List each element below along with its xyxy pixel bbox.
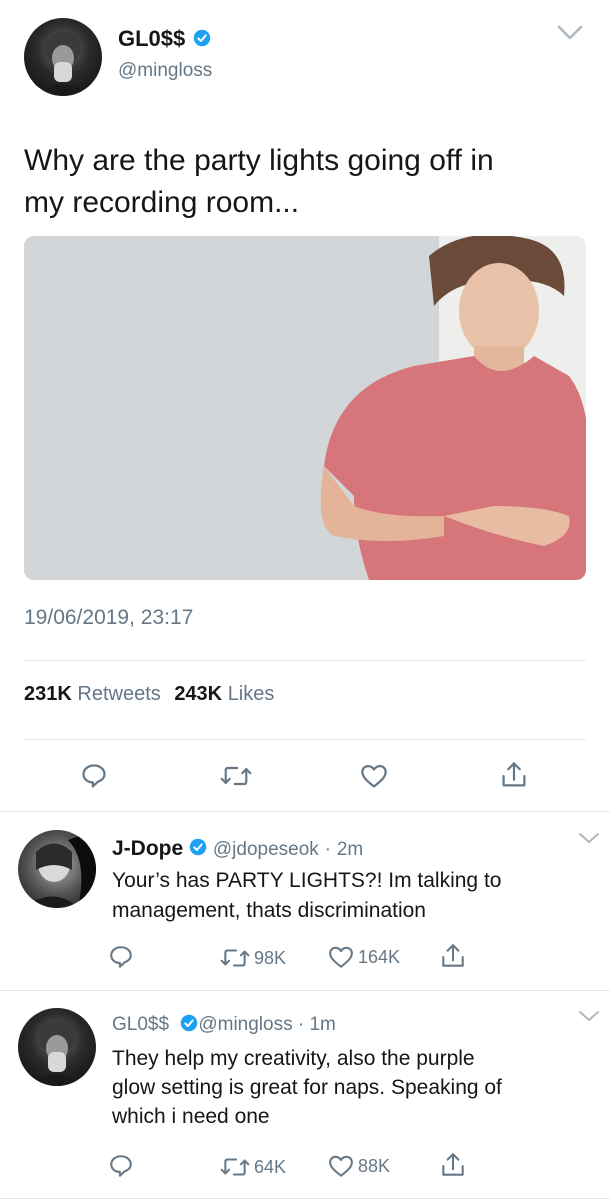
reply-text-line: glow setting is great for naps. Speaking… bbox=[112, 1076, 502, 1099]
main-tweet-media[interactable] bbox=[24, 236, 586, 580]
likes-stat[interactable]: 243K Likes bbox=[174, 683, 274, 705]
retweet-icon bbox=[220, 949, 250, 967]
verified-icon bbox=[189, 839, 207, 856]
retweet-button[interactable]: 64K bbox=[220, 1154, 286, 1180]
like-icon[interactable] bbox=[360, 763, 388, 789]
share-icon bbox=[442, 944, 464, 967]
main-tweet-stats: 231K Retweets 243K Likes bbox=[24, 683, 274, 706]
reply-button[interactable] bbox=[108, 944, 134, 970]
reply-display-name[interactable]: GL0$$ bbox=[112, 1014, 169, 1035]
likes-count: 243K bbox=[174, 683, 223, 705]
reply-time[interactable]: 2m bbox=[337, 839, 363, 860]
like-icon bbox=[329, 1155, 353, 1177]
main-tweet-avatar[interactable] bbox=[24, 18, 102, 96]
reply-icon bbox=[110, 946, 132, 968]
share-icon bbox=[442, 1153, 464, 1176]
share-icon[interactable] bbox=[500, 760, 528, 790]
reply-dot: · bbox=[297, 1014, 305, 1035]
like-button[interactable]: 88K bbox=[328, 1154, 390, 1178]
reply-handle[interactable]: @mingloss bbox=[198, 1014, 292, 1035]
main-tweet-timestamp[interactable]: 19/06/2019, 23:17 bbox=[24, 606, 193, 630]
retweet-icon bbox=[220, 1158, 250, 1176]
like-count: 88K bbox=[358, 1155, 391, 1176]
share-button[interactable] bbox=[440, 942, 466, 970]
main-tweet-text-line: Why are the party lights going off in bbox=[24, 144, 494, 177]
like-count: 164K bbox=[358, 946, 401, 967]
divider bbox=[24, 660, 586, 661]
like-icon bbox=[329, 946, 353, 968]
avatar-photo-placeholder bbox=[28, 1022, 86, 1086]
reply-icon[interactable] bbox=[80, 762, 108, 790]
reply-text-line: management, thats discrimination bbox=[112, 899, 426, 922]
divider bbox=[0, 1198, 610, 1199]
main-tweet-header: GL0$$ bbox=[118, 26, 211, 52]
divider bbox=[24, 739, 586, 740]
reply-text: They help my creativity, also the purple… bbox=[112, 1044, 502, 1131]
retweet-count: 98K bbox=[254, 947, 287, 968]
main-tweet-text-line: my recording room... bbox=[24, 186, 300, 219]
avatar-photo-placeholder bbox=[23, 830, 96, 908]
divider bbox=[0, 990, 610, 991]
retweets-count: 231K bbox=[24, 683, 72, 705]
retweets-stat[interactable]: 231K Retweets bbox=[24, 683, 166, 705]
retweets-label: Retweets bbox=[77, 683, 161, 705]
chevron-down-icon[interactable] bbox=[578, 832, 600, 844]
retweet-icon[interactable] bbox=[220, 762, 252, 790]
chevron-down-icon[interactable] bbox=[578, 1010, 600, 1022]
likes-label: Likes bbox=[227, 683, 275, 705]
reply-handle[interactable]: @jdopeseok bbox=[213, 839, 319, 860]
main-tweet-text: Why are the party lights going off in my… bbox=[24, 140, 494, 224]
retweet-count: 64K bbox=[254, 1156, 287, 1177]
reply-button[interactable] bbox=[108, 1153, 134, 1179]
reply-avatar[interactable] bbox=[18, 1008, 96, 1086]
reply-header: GL0$$ @mingloss · 1m bbox=[112, 1014, 336, 1036]
reply-display-name[interactable]: J-Dope bbox=[112, 837, 183, 860]
reply-header: J-Dope @jdopeseok · 2m bbox=[112, 837, 363, 861]
reply-dot: · bbox=[324, 839, 331, 860]
reply-icon bbox=[110, 1155, 132, 1177]
reply-text-line: They help my creativity, also the purple bbox=[112, 1047, 475, 1070]
reply-text-line: Your’s has PARTY LIGHTS?! Im talking to bbox=[112, 869, 502, 892]
share-button[interactable] bbox=[440, 1151, 466, 1179]
reply-time[interactable]: 1m bbox=[309, 1014, 335, 1035]
reply-text-line: which i need one bbox=[112, 1105, 270, 1128]
media-photo-illustration bbox=[24, 236, 586, 580]
verified-icon bbox=[181, 1014, 198, 1032]
retweet-button[interactable]: 98K bbox=[220, 945, 286, 971]
verified-icon bbox=[194, 29, 211, 47]
main-tweet-handle[interactable]: @mingloss bbox=[118, 60, 212, 82]
reply-avatar[interactable] bbox=[18, 830, 96, 908]
divider bbox=[0, 811, 610, 812]
avatar-photo-placeholder bbox=[34, 32, 92, 96]
like-button[interactable]: 164K bbox=[328, 945, 400, 969]
reply-text: Your’s has PARTY LIGHTS?! Im talking to … bbox=[112, 866, 501, 926]
main-tweet-display-name[interactable]: GL0$$ bbox=[118, 26, 185, 51]
chevron-down-icon[interactable] bbox=[556, 24, 584, 42]
